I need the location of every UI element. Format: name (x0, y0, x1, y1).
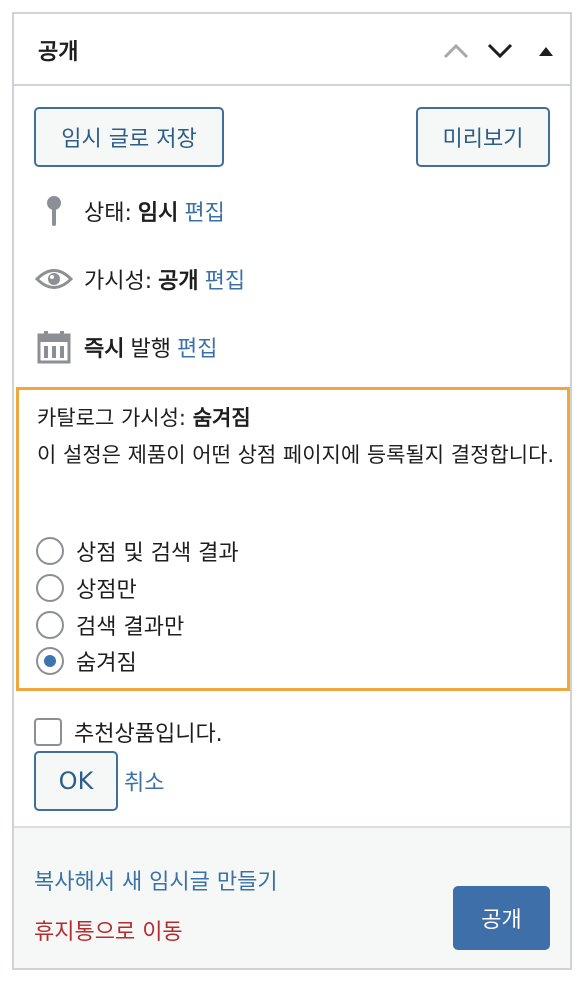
visibility-label: 가시성: (84, 269, 153, 294)
catalog-visibility-description: 이 설정은 제품이 어떤 상점 페이지에 등록될지 결정합니다. (37, 443, 555, 467)
caret-up-icon (539, 47, 553, 56)
radio-button-checked[interactable] (36, 647, 64, 675)
radio-label: 상점만 (76, 578, 137, 603)
schedule-value: 즉시 (84, 337, 125, 362)
panel-footer: 복사해서 새 임시글 만들기 휴지통으로 이동 공개 (14, 826, 570, 968)
catalog-option-search[interactable]: 검색 결과만 (36, 610, 184, 640)
radio-label: 상점 및 검색 결과 (76, 541, 239, 566)
catalog-visibility-label: 카탈로그 가시성: (37, 406, 186, 430)
radio-button[interactable] (36, 611, 64, 639)
status-value: 임시 (137, 201, 179, 226)
schedule-label: 발행 (130, 337, 171, 362)
ok-button[interactable]: OK (34, 751, 118, 811)
status-label: 상태: (84, 201, 132, 226)
catalog-visibility-title: 카탈로그 가시성: 숨겨짐 (37, 402, 251, 432)
publish-panel: 공개 임시 글로 저장 미리보기 상태: 임시 편집 가시성: 공개 편집 즉시… (12, 12, 572, 970)
cancel-link[interactable]: 취소 (124, 765, 164, 797)
visibility-value: 공개 (158, 269, 199, 294)
chevron-up-icon (443, 43, 469, 59)
visibility-edit-link[interactable]: 편집 (205, 263, 245, 295)
radio-label: 검색 결과만 (76, 615, 185, 640)
catalog-visibility-box: 카탈로그 가시성: 숨겨짐 이 설정은 제품이 어떤 상점 페이지에 등록될지 … (16, 387, 570, 691)
eye-icon (34, 259, 74, 299)
preview-button[interactable]: 미리보기 (416, 107, 550, 167)
pin-icon (34, 191, 74, 231)
save-draft-button[interactable]: 임시 글로 저장 (34, 107, 224, 167)
status-edit-link[interactable]: 편집 (184, 195, 224, 227)
radio-button[interactable] (36, 574, 64, 602)
schedule-edit-link[interactable]: 편집 (177, 331, 217, 363)
featured-label: 추천상품입니다. (74, 722, 223, 747)
catalog-visibility-value: 숨겨짐 (192, 406, 251, 430)
panel-header: 공개 (14, 14, 570, 86)
move-up-button[interactable] (440, 36, 472, 66)
chevron-down-icon (487, 43, 513, 59)
move-down-button[interactable] (484, 36, 516, 66)
radio-button[interactable] (36, 537, 64, 565)
duplicate-draft-link[interactable]: 복사해서 새 임시글 만들기 (34, 864, 278, 896)
move-to-trash-link[interactable]: 휴지통으로 이동 (34, 914, 183, 946)
featured-product-option[interactable]: 추천상품입니다. (34, 717, 223, 747)
catalog-option-shop-search[interactable]: 상점 및 검색 결과 (36, 536, 239, 566)
status-row: 상태: 임시 편집 (34, 191, 225, 231)
calendar-icon (34, 327, 74, 367)
schedule-row: 즉시 발행 편집 (34, 327, 217, 367)
radio-label: 숨겨짐 (76, 651, 137, 676)
toggle-panel-button[interactable] (530, 36, 562, 66)
catalog-option-shop[interactable]: 상점만 (36, 573, 137, 603)
publish-button[interactable]: 공개 (453, 886, 550, 950)
featured-checkbox[interactable] (34, 718, 62, 746)
panel-title: 공개 (38, 40, 79, 65)
catalog-option-hidden[interactable]: 숨겨짐 (36, 646, 137, 676)
visibility-row: 가시성: 공개 편집 (34, 259, 245, 299)
